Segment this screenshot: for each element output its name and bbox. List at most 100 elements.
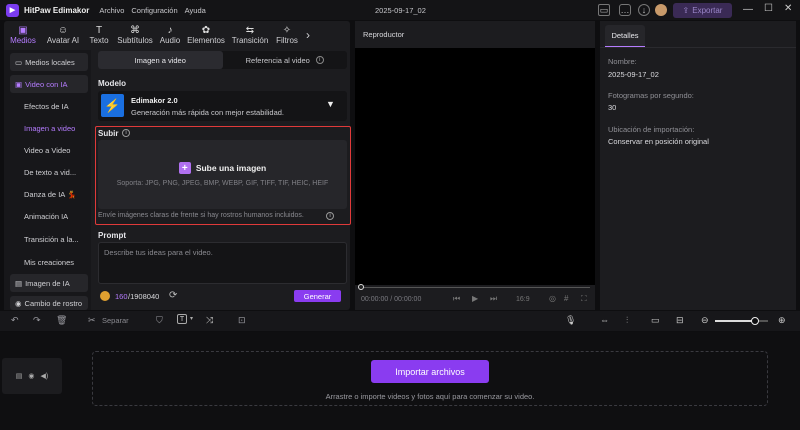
progress-handle[interactable]: [358, 284, 364, 290]
sidebar-item-imagen-de-ia[interactable]: ▤ Imagen de IA: [10, 274, 88, 292]
tool-avatar-ai[interactable]: ☺ Avatar AI: [42, 21, 84, 48]
model-description: Generación más rápida con mejor estabili…: [131, 108, 284, 117]
magnet-icon[interactable]: ⫶: [626, 315, 628, 326]
crop-icon[interactable]: #: [564, 294, 568, 303]
chevron-right-icon[interactable]: ›: [302, 21, 314, 48]
tab-label: Referencia al video: [245, 55, 310, 65]
transition-icon: ⇆: [245, 24, 255, 36]
zoom-out-icon[interactable]: ⊖: [701, 315, 709, 326]
sidebar-item-mis-creaciones[interactable]: Mis creaciones: [22, 253, 88, 271]
sidebar-item-animacion-ia[interactable]: Animación IA: [22, 207, 88, 225]
upload-button[interactable]: + Sube una imagen: [178, 162, 266, 174]
sidebar-item-danza-de-ia[interactable]: Danza de IA 💃: [22, 185, 88, 203]
dropdown-arrow-icon: ▼: [326, 99, 335, 109]
info-icon[interactable]: i: [326, 212, 334, 220]
plus-icon: +: [178, 162, 191, 174]
time-display: 00:00:00 / 00:00:00: [361, 296, 422, 303]
generate-button[interactable]: Generar: [294, 290, 341, 302]
tool-label: Avatar AI: [46, 35, 80, 45]
import-files-button[interactable]: Importar archivos: [371, 360, 489, 383]
tool-label: Filtros: [276, 35, 298, 45]
upload-dropzone[interactable]: + Sube una imagen Soporta: JPG, PNG, JPE…: [98, 140, 347, 209]
tool-subtitulos[interactable]: ⌘ Subtítulos: [114, 21, 156, 48]
redo-icon[interactable]: ↷: [33, 315, 41, 326]
tool-texto[interactable]: T Texto: [84, 21, 114, 48]
video-preview: [355, 48, 595, 285]
tab-detalles[interactable]: Detalles: [605, 25, 645, 47]
export-label: Exportar: [692, 6, 723, 15]
sidebar-item-transicion[interactable]: Transición a la...: [22, 230, 88, 248]
zoom-in-icon[interactable]: ⊕: [778, 315, 786, 326]
zoom-slider-fill: [715, 320, 755, 322]
sidebar-item-video-a-video[interactable]: Video a Video: [22, 141, 88, 159]
menu-ayuda[interactable]: Ayuda: [185, 6, 206, 15]
undo-icon[interactable]: ↶: [11, 315, 19, 326]
maximize-icon[interactable]: ☐: [764, 3, 773, 14]
face-swap-icon: ◉: [15, 298, 22, 308]
progress-track[interactable]: [362, 287, 590, 288]
volume-icon[interactable]: ◀): [41, 372, 49, 380]
details-divider: [600, 47, 796, 48]
download-icon[interactable]: ↓: [638, 4, 650, 16]
microphone-icon[interactable]: 🎙: [565, 315, 576, 326]
details-import-value: Conservar en posición original: [608, 137, 709, 146]
player-title: Reproductor: [363, 30, 405, 39]
link-icon[interactable]: ⇔: [600, 315, 609, 325]
menu-archivo[interactable]: Archivo: [99, 6, 124, 15]
sidebar-item-efectos-de-ia[interactable]: Efectos de IA: [22, 97, 88, 115]
shield-icon[interactable]: ⛉: [156, 315, 163, 326]
aspect-ratio-select[interactable]: 16:9: [516, 296, 530, 303]
split-icon[interactable]: ✂: [88, 315, 96, 326]
tool-elementos[interactable]: ✿ Elementos: [184, 21, 228, 48]
tab-imagen-a-video[interactable]: Imagen a video: [98, 51, 223, 69]
upload-hint: Envíe imágenes claras de frente si hay r…: [98, 212, 304, 219]
refresh-icon[interactable]: ⟳: [169, 290, 177, 301]
freeze-frame-icon[interactable]: ⊡: [238, 315, 246, 326]
feedback-icon[interactable]: …: [619, 4, 631, 16]
menu-configuracion[interactable]: Configuración: [131, 6, 177, 15]
split-label[interactable]: Separar: [102, 316, 129, 325]
sidebar-item-cambio-de-rostro[interactable]: ◉ Cambio de rostro: [10, 296, 88, 310]
model-select[interactable]: ⚡ Edimakor 2.0 Generación más rápida con…: [98, 91, 347, 121]
info-icon[interactable]: i: [315, 56, 324, 64]
export-icon: ⇪: [682, 6, 690, 15]
zoom-slider-handle[interactable]: [750, 317, 759, 325]
sidebar-item-label: Medios locales: [25, 57, 75, 67]
sidebar-item-medios-locales[interactable]: ▭ Medios locales: [10, 53, 88, 71]
tool-label: Subtítulos: [117, 35, 153, 45]
chevron-down-icon[interactable]: ▾: [190, 315, 193, 322]
eye-icon[interactable]: ◉: [28, 372, 34, 380]
fit-icon[interactable]: ⊟: [676, 315, 684, 326]
auto-cut-icon[interactable]: ⤨: [206, 315, 213, 326]
tool-audio[interactable]: ♪ Audio: [156, 21, 184, 48]
tab-referencia-al-video[interactable]: Referencia al video i: [223, 51, 348, 69]
sidebar-item-imagen-a-video[interactable]: Imagen a video: [22, 119, 88, 137]
avatar[interactable]: [655, 4, 667, 16]
delete-icon[interactable]: 🗑: [56, 315, 67, 326]
info-icon[interactable]: i: [122, 129, 130, 137]
minimize-icon[interactable]: —: [743, 4, 753, 15]
prompt-input[interactable]: Describe tus ideas para el video.: [98, 242, 347, 284]
model-label: Modelo: [98, 79, 126, 88]
prev-frame-icon[interactable]: ⏮: [453, 294, 460, 304]
elements-icon: ✿: [201, 24, 211, 36]
tool-medios[interactable]: ▣ Medios: [4, 21, 42, 48]
zoom-slider[interactable]: [715, 320, 768, 322]
text-tool-icon[interactable]: T: [177, 314, 187, 324]
sidebar-item-label: Video a Video: [24, 145, 71, 155]
tool-filtros[interactable]: ✧ Filtros: [272, 21, 302, 48]
snapshot-icon[interactable]: ◎: [549, 294, 556, 303]
layout-icon[interactable]: ▭: [598, 4, 610, 16]
fullscreen-icon[interactable]: ⛶: [581, 294, 587, 304]
sidebar-item-video-con-ia[interactable]: ▣ Video con IA: [10, 75, 88, 93]
export-button[interactable]: ⇪ Exportar: [673, 3, 732, 18]
details-name-label: Nombre:: [608, 57, 637, 66]
text-icon: T: [95, 24, 103, 36]
play-icon[interactable]: ▶: [472, 294, 478, 303]
sidebar-item-de-texto-a-video[interactable]: De texto a vid...: [22, 163, 88, 181]
tool-transicion[interactable]: ⇆ Transición: [228, 21, 272, 48]
track-icon[interactable]: ▭: [651, 315, 660, 326]
tool-label: Audio: [159, 35, 181, 45]
next-frame-icon[interactable]: ⏭: [490, 294, 497, 304]
close-icon[interactable]: ✕: [784, 3, 792, 14]
